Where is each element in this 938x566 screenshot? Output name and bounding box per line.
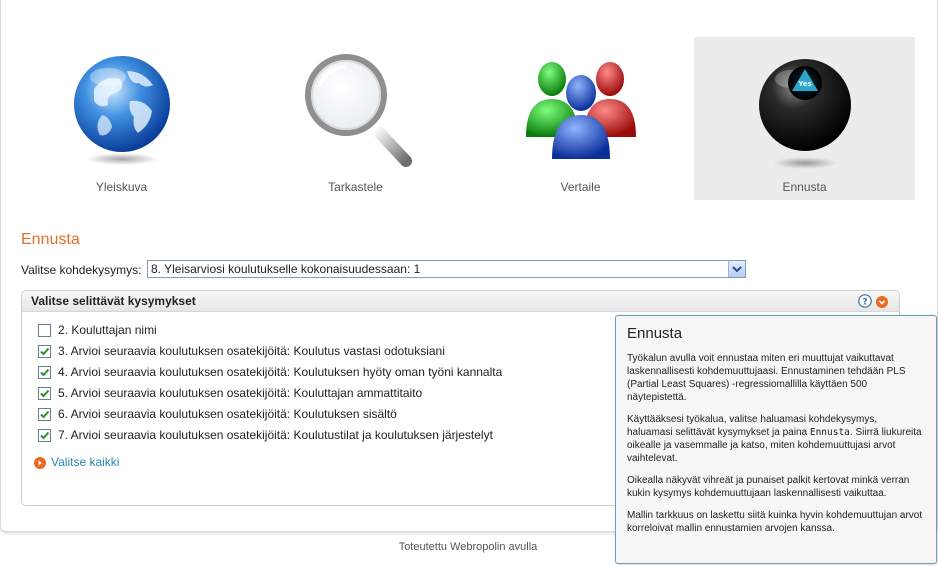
target-question-value: 8. Yleisarviosi koulutukselle kokonaisuu… xyxy=(151,262,421,276)
svg-text:?: ? xyxy=(862,298,867,308)
target-question-select[interactable]: 8. Yleisarviosi koulutukselle kokonaisuu… xyxy=(147,260,746,278)
chevron-down-icon[interactable] xyxy=(728,261,745,277)
nav-label-compare: Vertaile xyxy=(560,180,601,194)
target-question-label: Valitse kohdekysymys: xyxy=(21,263,142,277)
select-all-label: Valitse kaikki xyxy=(51,455,120,469)
arrow-right-icon xyxy=(34,456,46,474)
people-icon xyxy=(525,62,636,159)
checkmark-icon xyxy=(40,347,50,356)
tooltip-paragraph-3: Oikealla näkyvät vihreät ja punaiset pal… xyxy=(627,475,910,499)
checkbox-checked[interactable] xyxy=(38,366,51,379)
question-label: 2. Kouluttajan nimi xyxy=(58,323,157,337)
nav-tile-compare[interactable]: Vertaile xyxy=(470,37,691,200)
tooltip-title: Ennusta xyxy=(627,325,683,342)
tooltip-paragraph-4: Mallin tarkkuus on laskettu siitä kuinka… xyxy=(627,510,923,534)
checkmark-icon xyxy=(40,431,50,440)
collapse-icon[interactable] xyxy=(876,295,888,308)
checkmark-icon xyxy=(40,368,50,377)
tooltip-paragraph-2: Käyttääksesi työkalua, valitse haluamasi… xyxy=(627,413,925,465)
eight-ball-text: Yes xyxy=(797,80,811,88)
checkbox-checked[interactable] xyxy=(38,387,51,400)
nav-label-predict: Ennusta xyxy=(782,180,827,194)
checkmark-icon xyxy=(40,410,50,419)
tool-nav: Yleiskuva Tarkastele Vertaile Yes Ennust… xyxy=(1,37,937,200)
nav-label-inspect: Tarkastele xyxy=(328,180,383,194)
question-label: 5. Arvioi seuraavia koulutuksen osatekij… xyxy=(58,386,423,400)
question-label: 6. Arvioi seuraavia koulutuksen osatekij… xyxy=(58,407,397,421)
help-icon[interactable]: ? xyxy=(858,294,872,308)
nav-tile-overview[interactable]: Yleiskuva xyxy=(11,37,232,200)
tooltip-paragraph-1: Työkalun avulla voit ennustaa miten eri … xyxy=(627,353,906,403)
globe-icon xyxy=(73,56,170,165)
help-tooltip: Ennusta Työkalun avulla voit ennustaa mi… xyxy=(615,315,937,564)
magnifier-icon xyxy=(304,54,412,167)
nav-tile-predict[interactable]: Yes Ennusta xyxy=(694,37,915,200)
questions-box-title: Valitse selittävät kysymykset xyxy=(31,294,196,308)
section-title: Ennusta xyxy=(21,231,80,248)
question-label: 4. Arvioi seuraavia koulutuksen osatekij… xyxy=(58,365,503,379)
question-label: 3. Arvioi seuraavia koulutuksen osatekij… xyxy=(58,344,445,358)
checkbox-checked[interactable] xyxy=(38,345,51,358)
checkbox-unchecked[interactable] xyxy=(38,324,51,337)
questions-box-header: Valitse selittävät kysymykset ? xyxy=(22,291,899,312)
nav-label-overview: Yleiskuva xyxy=(95,180,148,194)
checkmark-icon xyxy=(40,389,50,398)
nav-tile-inspect[interactable]: Tarkastele xyxy=(245,37,466,200)
checkbox-checked[interactable] xyxy=(38,429,51,442)
checkbox-checked[interactable] xyxy=(38,408,51,421)
question-label: 7. Arvioi seuraavia koulutuksen osatekij… xyxy=(58,428,493,442)
tooltip-code: Ennusta xyxy=(809,427,850,438)
eight-ball-icon: Yes xyxy=(758,59,851,169)
